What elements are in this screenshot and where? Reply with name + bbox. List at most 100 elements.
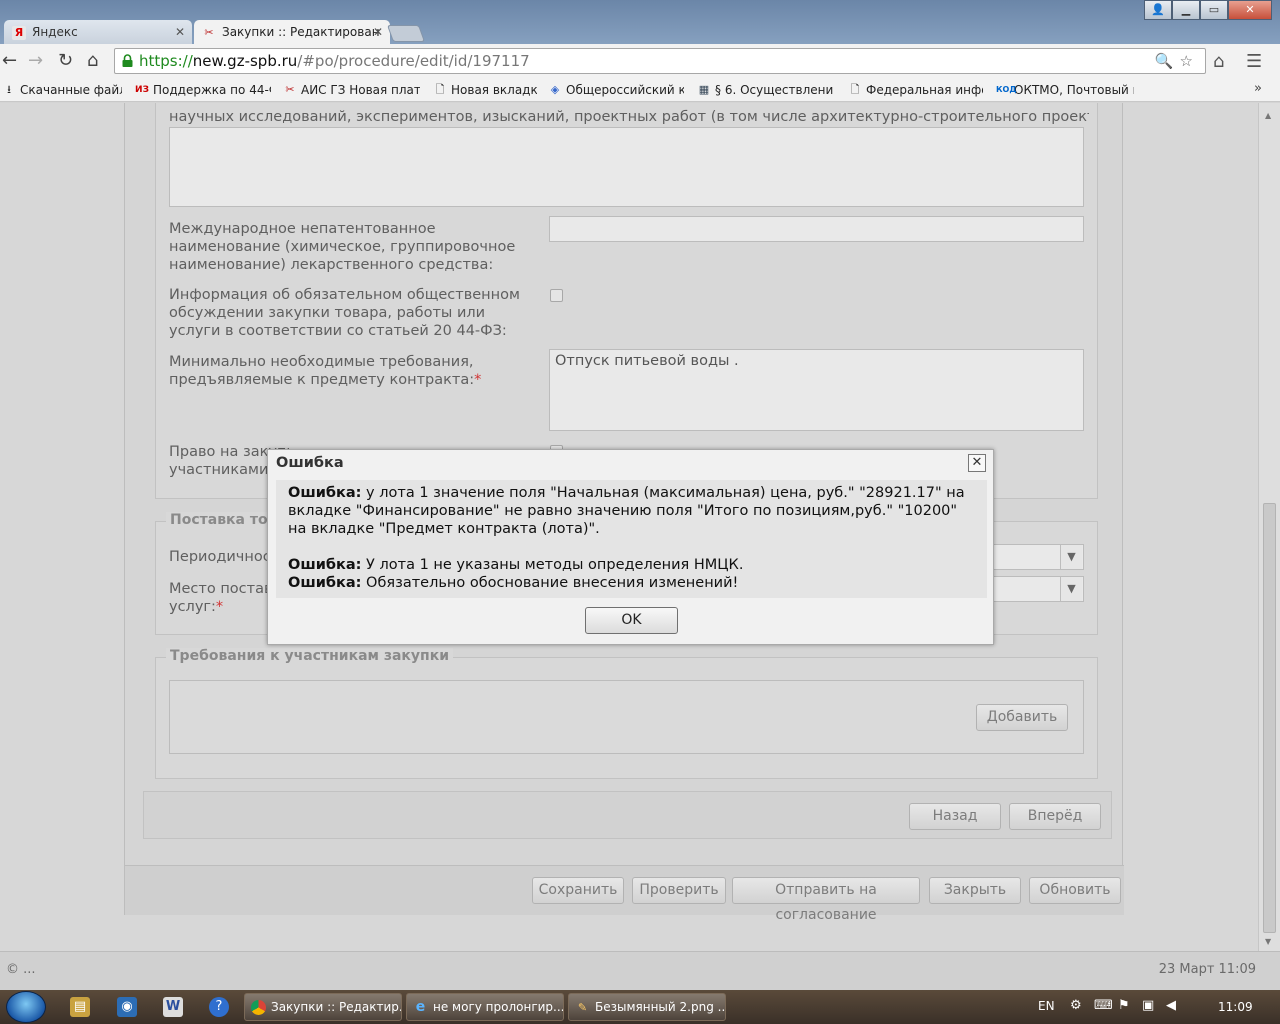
back-button[interactable]: Назад — [909, 803, 1001, 830]
error-dialog: Ошибка ✕ Ошибка: у лота 1 значение поля … — [267, 449, 994, 645]
place-label: Место поставк — [169, 581, 269, 597]
close-button[interactable]: Закрыть — [929, 877, 1021, 904]
page-status-bar: © ... 23 Март 11:09 — [0, 951, 1280, 990]
subject-fieldset: научных исследований, экспериментов, изы… — [155, 103, 1098, 499]
close-icon[interactable]: ✕ — [373, 20, 383, 45]
iz-icon: ИЗ — [135, 85, 149, 95]
requirements-value: Отпуск питьевой воды . — [555, 353, 739, 369]
requirements-textarea[interactable]: Отпуск питьевой воды . — [549, 349, 1084, 431]
error-text: у лота 1 значение поля "Начальная (макси… — [288, 485, 965, 537]
paint-icon: ✎ — [577, 1001, 588, 1014]
save-button[interactable]: Сохранить — [532, 877, 624, 904]
system-tray: EN ⚙ ⌨ ⚑ ▣ ◀ 11:09 — [1030, 990, 1280, 1024]
add-requirement-button[interactable]: Добавить — [976, 704, 1068, 731]
bookmarks-more-icon[interactable]: » — [1254, 81, 1262, 96]
refresh-button[interactable]: Обновить — [1029, 877, 1121, 904]
help-icon[interactable]: ? — [209, 997, 229, 1017]
network-icon[interactable]: ▣ — [1142, 998, 1154, 1013]
scroll-thumb[interactable] — [1263, 503, 1276, 933]
bookmark-label: Федеральная инфор — [866, 83, 983, 97]
omnibox-icons: 🔍☆ — [1155, 49, 1199, 73]
zoom-icon[interactable]: 🔍 — [1155, 52, 1180, 70]
close-icon[interactable]: ✕ — [175, 20, 185, 45]
error-text: Обязательно обоснование внесения изменен… — [361, 575, 739, 591]
chevron-down-icon[interactable]: ▼ — [1060, 577, 1082, 601]
clock[interactable]: 11:09 — [1218, 1000, 1253, 1014]
bookmark-ais-gz[interactable]: ✂ АИС ГЗ Новая платф — [283, 81, 420, 99]
minimize-icon[interactable]: ▁ — [1172, 0, 1200, 20]
address-bar[interactable]: https://new.gz-spb.ru/#po/procedure/edit… — [114, 48, 1206, 74]
ok-button[interactable]: OK — [585, 607, 678, 634]
bookmark-oktmo[interactable]: КОД ОКТМО, Почтовый и — [996, 81, 1134, 99]
inn-input[interactable] — [549, 216, 1084, 242]
new-tab-button[interactable] — [386, 25, 426, 42]
tab-procurement[interactable]: ✂ Закупки :: Редактирован ✕ — [194, 20, 390, 45]
place-label-text: услуг: — [169, 599, 216, 615]
volume-icon[interactable]: ◀ — [1166, 998, 1176, 1013]
send-for-approval-button[interactable]: Отправить на согласование — [732, 877, 920, 923]
page-scrollbar[interactable]: ▲ ▼ — [1258, 103, 1280, 951]
taskbar-item-ie[interactable]: e не могу пролонгир... — [406, 993, 564, 1021]
tab-yandex[interactable]: Я Яндекс ✕ — [4, 20, 192, 45]
taskbar-item-paint[interactable]: ✎ Безымянный 2.png ... — [568, 993, 726, 1021]
participants-legend: Требования к участникам закупки — [166, 648, 454, 664]
error-prefix: Ошибка: — [288, 575, 362, 591]
reload-icon[interactable]: ↻ — [58, 51, 73, 71]
bookmark-federal[interactable]: 🗋 Федеральная инфор — [848, 81, 983, 99]
keyboard-icon[interactable]: ⌨ — [1094, 998, 1113, 1013]
bookmark-label: Общероссийский кла — [566, 83, 684, 97]
url-scheme: https:// — [139, 52, 193, 70]
scroll-up-icon[interactable]: ▲ — [1265, 111, 1271, 120]
copyright-text: © ... — [6, 962, 36, 977]
word-icon[interactable]: W — [163, 997, 183, 1017]
url-path: /#po/procedure/edit/id/197117 — [297, 52, 530, 70]
home-page-icon[interactable]: ⌂ — [1213, 51, 1224, 72]
user-icon[interactable]: 👤 — [1144, 0, 1172, 20]
star-icon[interactable]: ☆ — [1180, 52, 1199, 70]
required-asterisk: * — [215, 599, 224, 615]
check-button[interactable]: Проверить — [632, 877, 726, 904]
page-icon: 🗋 — [435, 83, 445, 96]
participants-list — [169, 680, 1084, 754]
lock-icon — [122, 54, 133, 67]
forward-arrow-icon[interactable]: → — [28, 51, 43, 71]
explorer-icon[interactable]: ▤ — [70, 997, 90, 1017]
globe-icon: ◈ — [550, 83, 560, 96]
taskbar-item-chrome[interactable]: Закупки :: Редактир... — [244, 993, 402, 1021]
error-prefix: Ошибка: — [288, 557, 362, 573]
bookmark-downloads[interactable]: ⭳ Скачанные файлы — [2, 81, 122, 99]
bookmark-section6[interactable]: ▦ § 6. Осуществление з — [697, 81, 833, 99]
window-close-icon[interactable]: ✕ — [1228, 0, 1272, 20]
chevron-down-icon[interactable]: ▼ — [1060, 545, 1082, 569]
page-icon: 🗋 — [850, 83, 860, 96]
bookmark-label: Скачанные файлы — [20, 83, 122, 97]
gz-icon: ✂ — [285, 83, 295, 96]
language-indicator[interactable]: EN — [1038, 999, 1055, 1013]
research-label: научных исследований, экспериментов, изы… — [169, 109, 1089, 125]
requirements-label: Минимально необходимые требования, предъ… — [169, 353, 529, 389]
error-prefix: Ошибка: — [288, 485, 362, 501]
download-icon: ⭳ — [7, 83, 11, 96]
bookmark-label: ОКТМО, Почтовый и — [1014, 83, 1134, 97]
start-button[interactable] — [6, 991, 46, 1023]
scroll-down-icon[interactable]: ▼ — [1265, 937, 1271, 946]
back-arrow-icon[interactable]: ← — [2, 51, 17, 71]
research-textarea[interactable] — [169, 127, 1084, 207]
discussion-checkbox[interactable] — [550, 289, 563, 302]
close-icon[interactable]: ✕ — [968, 454, 986, 472]
bookmark-classifier[interactable]: ◈ Общероссийский кла — [548, 81, 684, 99]
doc-icon: ▦ — [698, 83, 710, 96]
windows-taskbar: ▤ ◉ W ? Закупки :: Редактир... e не могу… — [0, 990, 1280, 1024]
flag-icon[interactable]: ⚑ — [1118, 998, 1130, 1013]
menu-icon[interactable]: ☰ — [1246, 51, 1262, 72]
bookmark-support[interactable]: ИЗ Поддержка по 44-ФЗ — [135, 81, 271, 99]
app-icon[interactable]: ◉ — [117, 997, 137, 1017]
home-icon[interactable]: ⌂ — [87, 51, 98, 71]
tray-icon[interactable]: ⚙ — [1070, 998, 1082, 1013]
next-button[interactable]: Вперёд — [1009, 803, 1101, 830]
maximize-icon[interactable]: ▭ — [1200, 0, 1228, 20]
dialog-message: Ошибка: у лота 1 значение поля "Начальна… — [276, 480, 987, 598]
error-text: У лота 1 не указаны методы определения Н… — [361, 557, 744, 573]
periodicity-label: Периодичность — [169, 549, 269, 565]
bookmark-new-tab[interactable]: 🗋 Новая вкладка — [433, 81, 537, 99]
